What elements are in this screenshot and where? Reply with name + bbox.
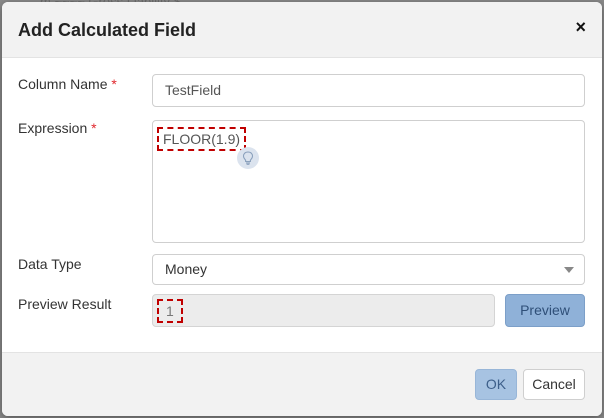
required-mark: * <box>111 76 117 92</box>
preview-result-value: 1 <box>157 299 183 323</box>
chevron-down-icon <box>564 267 574 273</box>
required-mark: * <box>91 120 97 136</box>
ok-button[interactable]: OK <box>475 369 517 400</box>
cancel-button[interactable]: Cancel <box>523 369 585 400</box>
data-type-label: Data Type <box>18 256 82 272</box>
preview-button[interactable]: Preview <box>505 294 585 327</box>
lightbulb-icon[interactable] <box>237 147 259 169</box>
column-name-input[interactable]: TestField <box>152 74 585 107</box>
dialog-header: Add Calculated Field × <box>2 2 602 58</box>
preview-result-label: Preview Result <box>18 296 112 312</box>
expression-textarea[interactable]: FLOOR(1.9) <box>152 120 585 243</box>
expression-label: Expression * <box>18 120 97 136</box>
dialog-title: Add Calculated Field <box>18 20 197 40</box>
close-icon[interactable]: × <box>575 16 586 38</box>
data-type-select[interactable]: Money <box>152 254 585 285</box>
add-calculated-field-dialog: Add Calculated Field × Column Name * Tes… <box>2 2 602 416</box>
column-name-label: Column Name * <box>18 76 117 92</box>
expression-text: FLOOR(1.9) <box>157 127 247 151</box>
preview-result-field: 1 <box>152 294 495 327</box>
dialog-body: Column Name * TestField Expression * FLO… <box>2 58 602 352</box>
data-type-value: Money <box>165 261 208 277</box>
dialog-footer: OK Cancel <box>2 352 602 416</box>
